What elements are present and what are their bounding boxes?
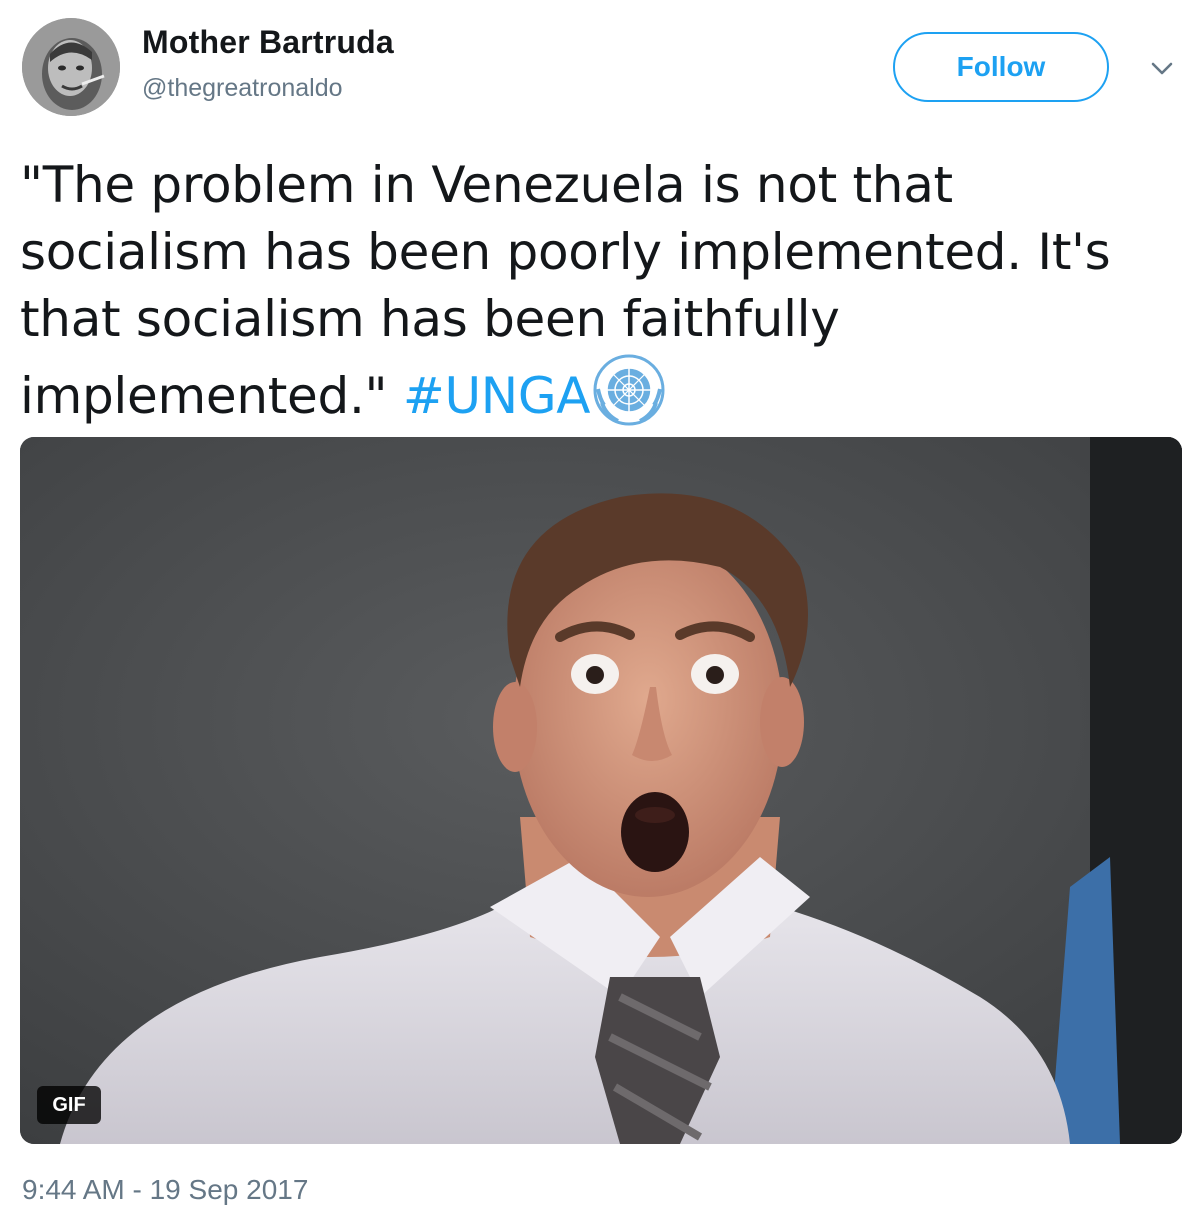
- user-handle[interactable]: @thegreatronaldo: [142, 74, 343, 103]
- tweet-text: "The problem in Venezuela is not that so…: [20, 152, 1185, 430]
- tweet-media-gif[interactable]: GIF: [20, 437, 1182, 1144]
- hashtag-link[interactable]: #UNGA: [403, 367, 591, 425]
- chevron-down-icon[interactable]: [1144, 54, 1180, 84]
- display-name[interactable]: Mother Bartruda: [142, 24, 394, 61]
- gif-frame: [20, 437, 1182, 1144]
- follow-button[interactable]: Follow: [893, 32, 1109, 102]
- user-avatar[interactable]: [22, 18, 120, 116]
- gif-badge: GIF: [37, 1086, 101, 1124]
- avatar-photo: [22, 18, 120, 116]
- united-nations-emblem-icon: [592, 353, 666, 427]
- tweet-timestamp[interactable]: 9:44 AM - 19 Sep 2017: [22, 1174, 308, 1206]
- tweet-card: Mother Bartruda @thegreatronaldo Follow …: [0, 0, 1200, 1225]
